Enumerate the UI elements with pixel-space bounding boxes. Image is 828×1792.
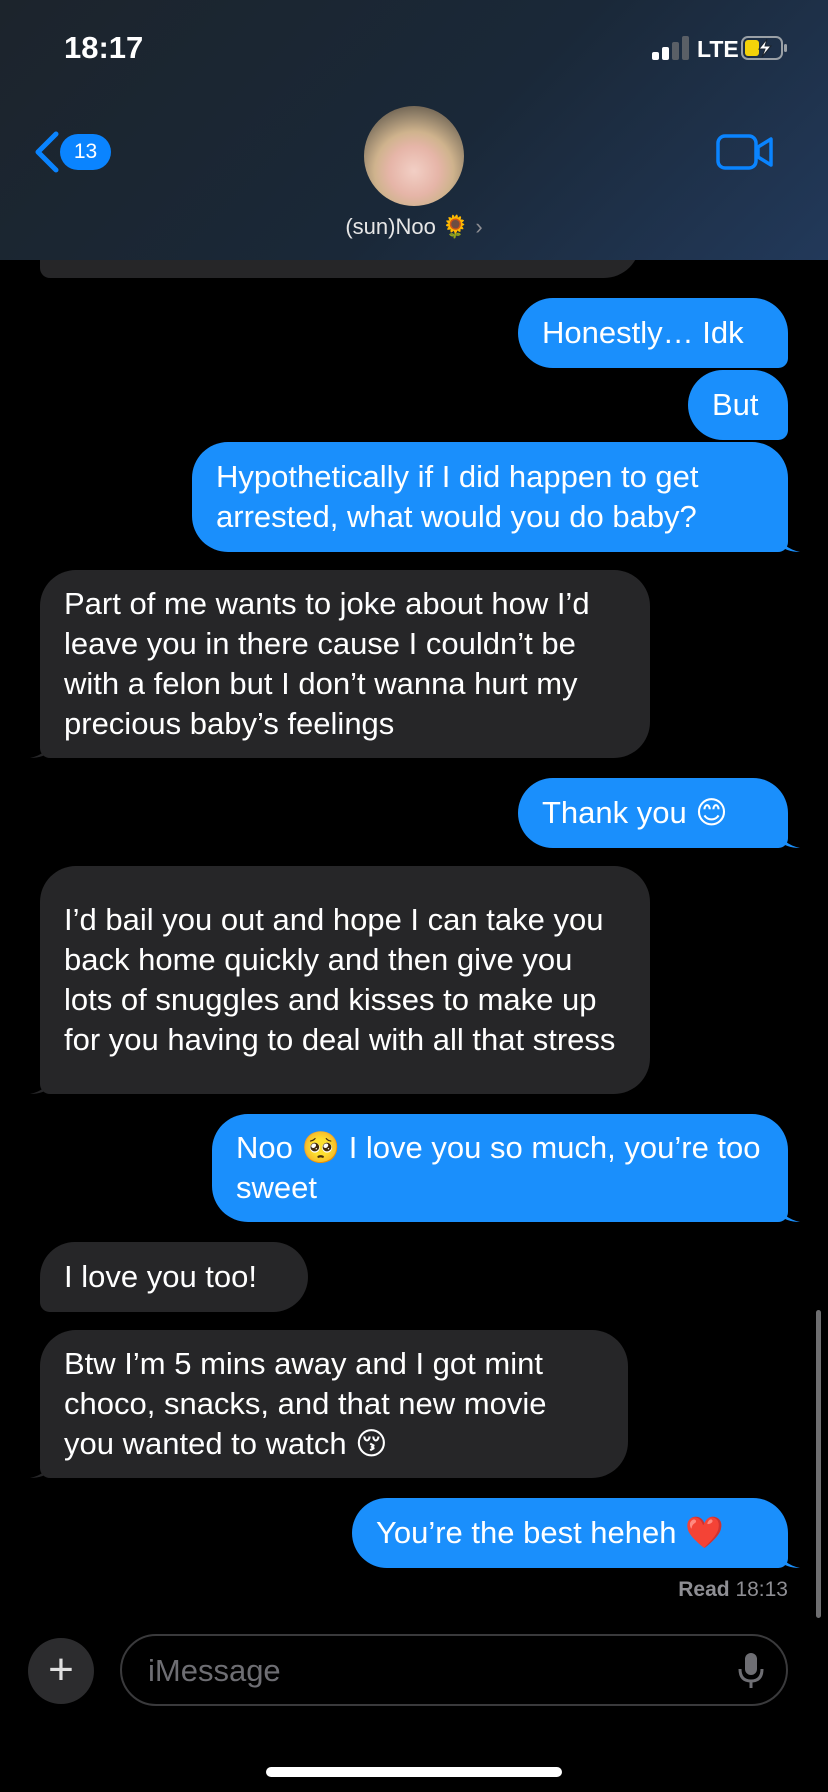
video-camera-icon[interactable] — [716, 132, 774, 172]
bubble-tail — [778, 534, 800, 552]
outgoing-message[interactable]: Hypothetically if I did happen to get ar… — [192, 442, 788, 552]
contact-name-button[interactable]: (sun)Noo 🌻 › — [0, 214, 828, 240]
message-text: Honestly… Idk — [542, 315, 744, 350]
message-text: You’re the best heheh ❤️ — [376, 1515, 724, 1550]
outgoing-message[interactable]: You’re the best heheh ❤️ — [352, 1498, 788, 1568]
bubble-tail — [778, 1204, 800, 1222]
status-time: 18:17 — [64, 30, 144, 65]
message-text: I’d bail you out and hope I can take you… — [64, 902, 616, 1057]
chevron-right-icon: › — [475, 214, 483, 239]
signal-icon — [652, 36, 690, 60]
message-text: Btw I’m 5 mins away and I got mint choco… — [64, 1346, 547, 1461]
incoming-message[interactable]: I love you too! — [40, 1242, 308, 1312]
home-indicator[interactable] — [266, 1767, 562, 1777]
unread-count-badge[interactable]: 13 — [60, 134, 111, 170]
read-receipt: Read 18:13 — [678, 1578, 788, 1602]
bubble-tail — [30, 1460, 52, 1478]
outgoing-message[interactable]: Honestly… Idk — [518, 298, 788, 368]
incoming-message[interactable]: I’d bail you out and hope I can take you… — [40, 866, 650, 1094]
message-text: Thank you 😊 — [542, 795, 728, 830]
incoming-message[interactable]: Part of me wants to joke about how I’d l… — [40, 570, 650, 758]
bubble-tail — [778, 830, 800, 848]
outgoing-message[interactable]: Noo 🥺 I love you so much, you’re too swe… — [212, 1114, 788, 1222]
message-text: I love you too! — [64, 1259, 258, 1294]
message-text: Noo 🥺 I love you so much, you’re too swe… — [236, 1130, 761, 1205]
bubble-tail — [30, 740, 52, 758]
network-label: LTE — [697, 36, 739, 62]
message-input[interactable] — [146, 1650, 710, 1692]
message-text: Hypothetically if I did happen to get ar… — [216, 459, 699, 534]
message-text: But — [712, 387, 759, 422]
incoming-message[interactable]: Btw I’m 5 mins away and I got mint choco… — [40, 1330, 628, 1478]
conversation-header: 18:17 LTE 13 (sun)Noo 🌻 › — [0, 0, 828, 260]
outgoing-message[interactable]: Thank you 😊 — [518, 778, 788, 848]
plus-button[interactable]: + — [28, 1638, 94, 1704]
scrollbar[interactable] — [816, 1310, 821, 1618]
contact-avatar[interactable] — [364, 106, 464, 206]
contact-name: (sun)Noo 🌻 — [345, 214, 470, 239]
battery-charging-icon — [741, 36, 787, 60]
bubble-tail — [30, 1076, 52, 1094]
back-chevron-icon[interactable] — [30, 130, 62, 174]
bubble-tail — [778, 1550, 800, 1568]
read-time: 18:13 — [735, 1578, 788, 1601]
microphone-icon[interactable] — [738, 1652, 764, 1690]
read-label: Read — [678, 1578, 730, 1601]
message-text: Part of me wants to joke about how I’d l… — [64, 586, 590, 741]
message-input-box[interactable] — [120, 1634, 788, 1706]
outgoing-message[interactable]: But — [688, 370, 788, 440]
